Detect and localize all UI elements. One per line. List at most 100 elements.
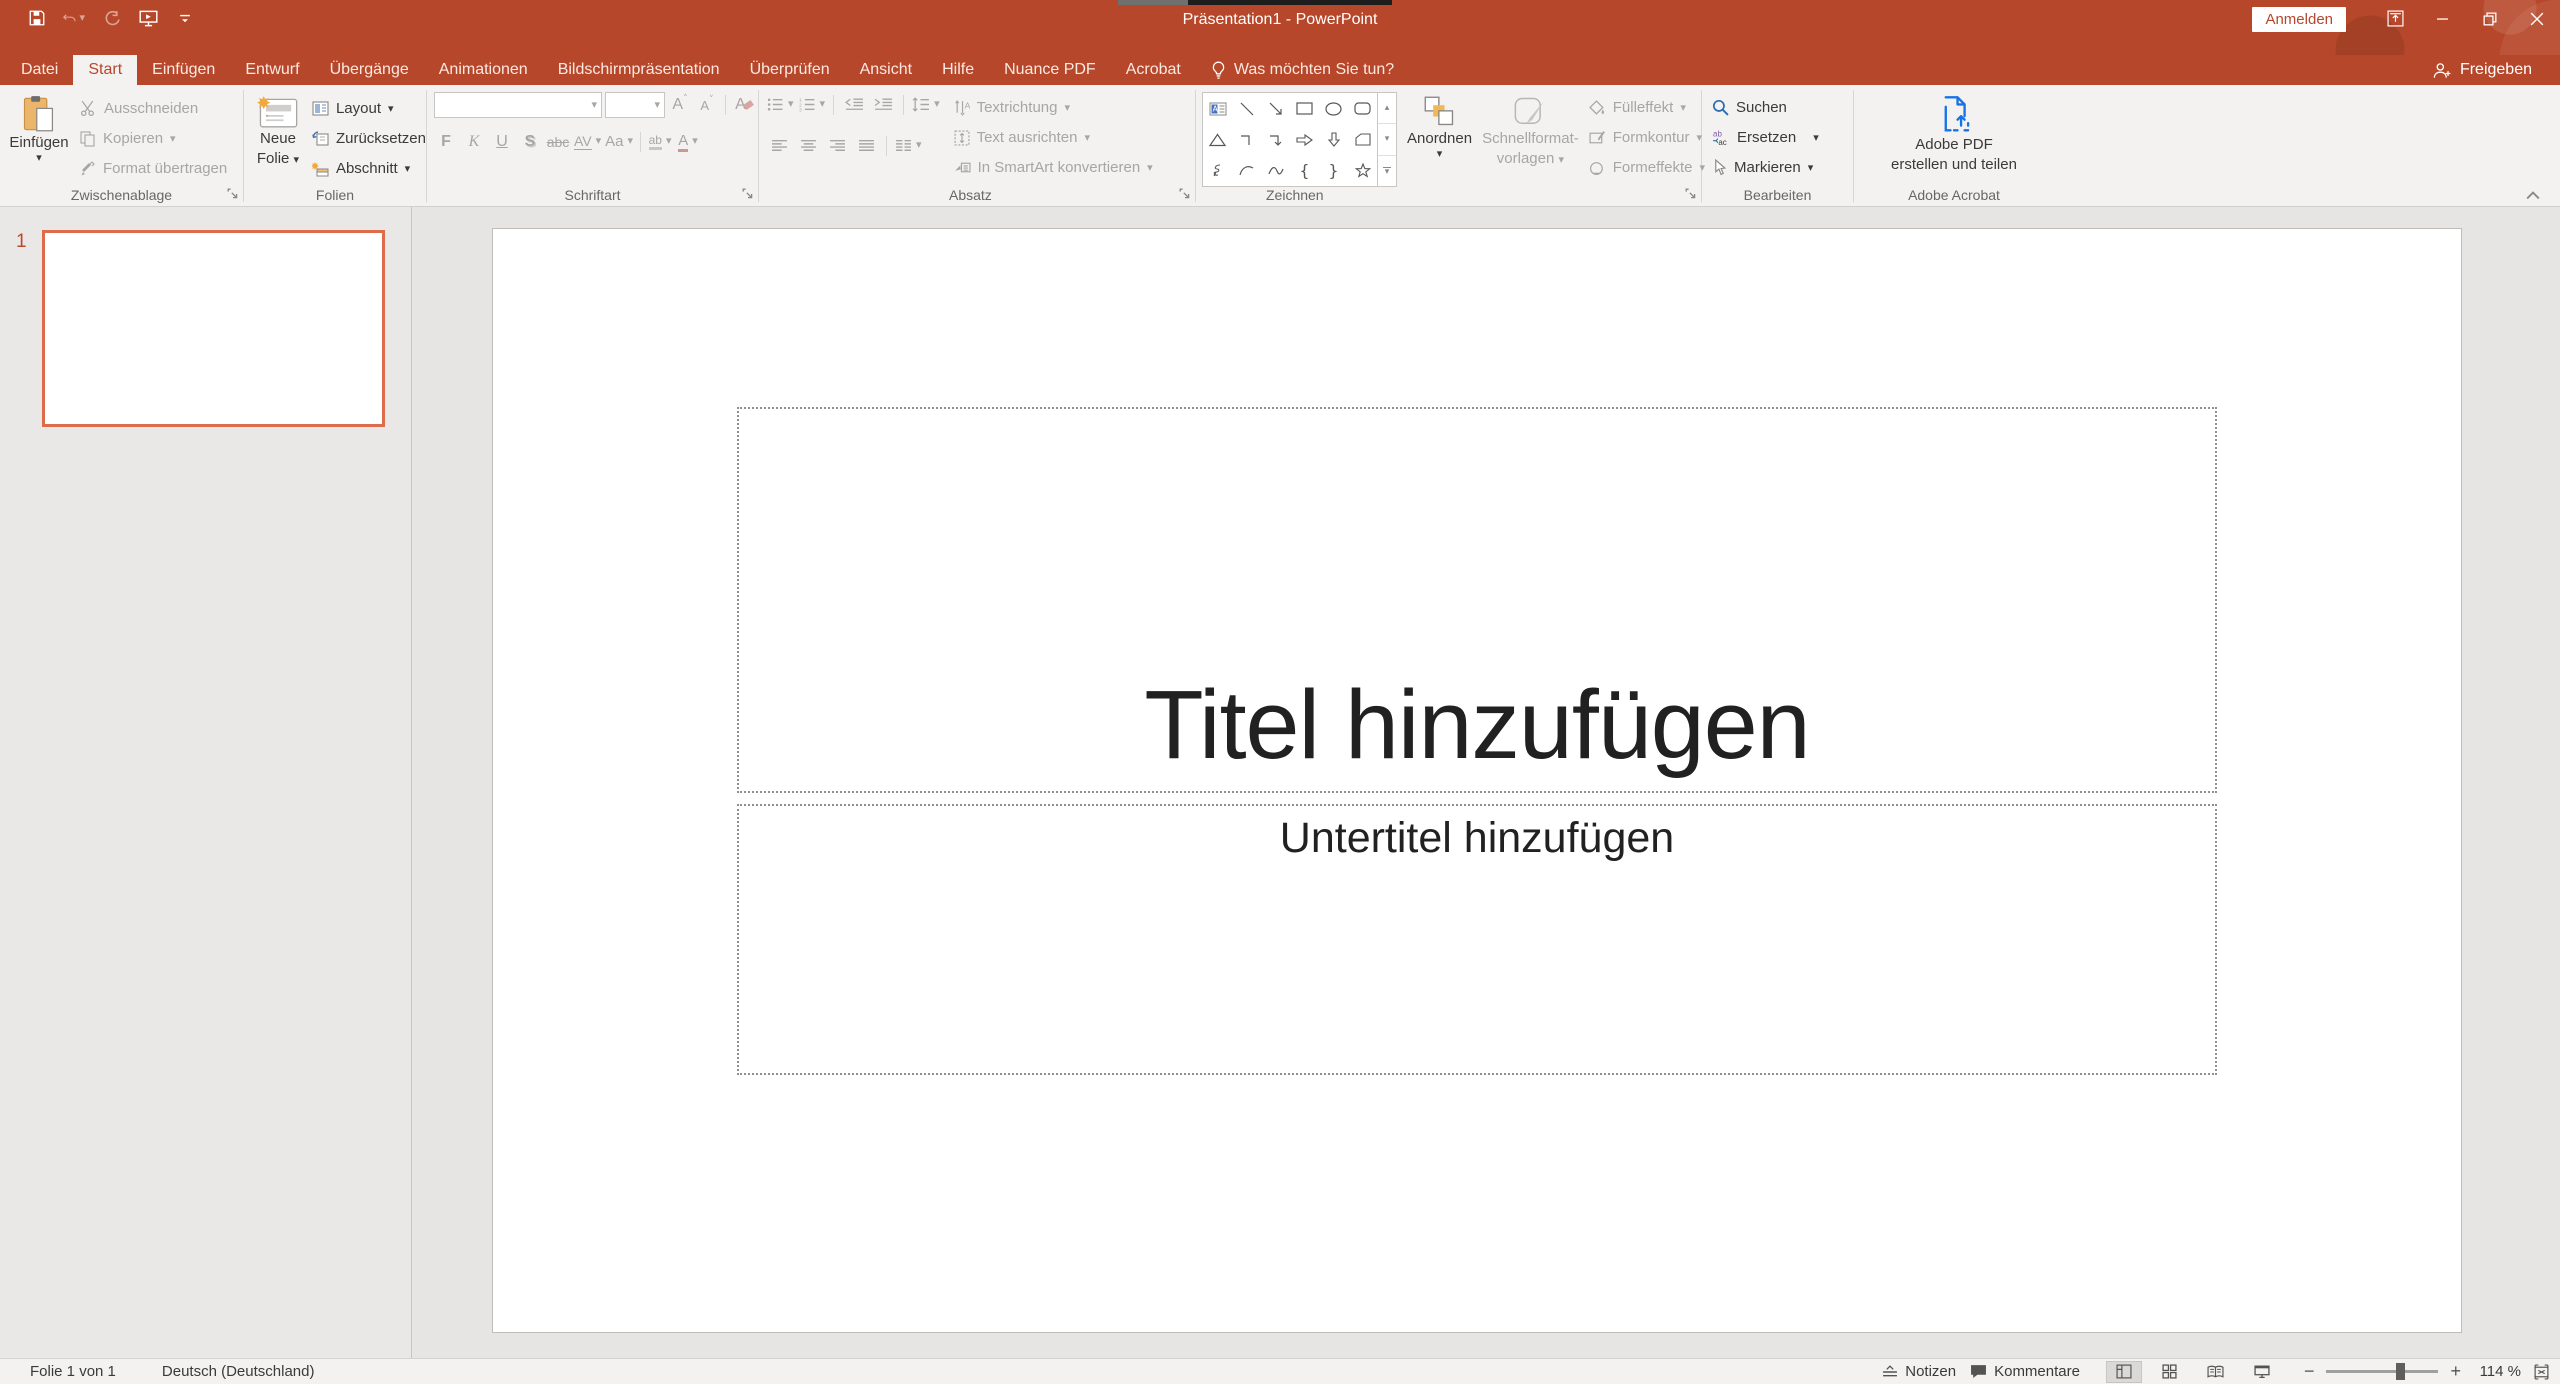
convert-smartart-button[interactable]: In SmartArt konvertieren ▾ xyxy=(954,155,1153,180)
font-color-button[interactable]: A xyxy=(676,129,700,154)
align-center-button[interactable] xyxy=(796,133,820,158)
sign-in-button[interactable]: Anmelden xyxy=(2252,7,2346,32)
shape-left-brace-icon[interactable]: { xyxy=(1290,155,1319,186)
bullets-button[interactable] xyxy=(767,92,794,117)
font-dialog-launcher-icon[interactable] xyxy=(742,188,754,200)
restore-button[interactable] xyxy=(2466,0,2513,37)
share-button[interactable]: Freigeben xyxy=(2432,55,2560,85)
underline-button[interactable]: U xyxy=(490,129,514,154)
bold-button[interactable]: F xyxy=(434,129,458,154)
tab-nuance-pdf[interactable]: Nuance PDF xyxy=(989,55,1111,85)
new-slide-button[interactable]: Neue Folie ▾ xyxy=(252,92,304,188)
slideshow-view-button[interactable] xyxy=(2244,1361,2280,1383)
shape-right-arrow-icon[interactable] xyxy=(1290,124,1319,155)
clear-formatting-button[interactable]: A xyxy=(732,93,756,118)
tab-start[interactable]: Start xyxy=(73,55,137,85)
clipboard-dialog-launcher-icon[interactable] xyxy=(227,188,239,200)
reset-button[interactable]: Zurücksetzen xyxy=(312,126,426,151)
align-left-button[interactable] xyxy=(767,133,791,158)
shape-effects-button[interactable]: Formeffekte ▾ xyxy=(1589,155,1705,180)
shape-right-brace-icon[interactable]: } xyxy=(1319,155,1348,186)
tab-ansicht[interactable]: Ansicht xyxy=(845,55,927,85)
create-pdf-button[interactable]: Adobe PDF erstellen und teilen xyxy=(1854,92,2054,188)
shape-outline-button[interactable]: Formkontur ▾ xyxy=(1589,125,1705,150)
shape-curve-icon[interactable] xyxy=(1261,155,1290,186)
slide-thumbnail[interactable] xyxy=(42,230,385,427)
tab-entwurf[interactable]: Entwurf xyxy=(230,55,314,85)
tab-ueberpruefen[interactable]: Überprüfen xyxy=(735,55,845,85)
tab-uebergaenge[interactable]: Übergänge xyxy=(315,55,424,85)
italic-button[interactable]: K xyxy=(462,129,486,154)
paragraph-dialog-launcher-icon[interactable] xyxy=(1179,188,1191,200)
copy-button[interactable]: Kopieren ▾ xyxy=(80,126,227,151)
undo-icon[interactable]: ▾ xyxy=(63,7,85,29)
shape-star-icon[interactable] xyxy=(1348,155,1377,186)
save-icon[interactable] xyxy=(26,7,48,29)
start-from-beginning-icon[interactable] xyxy=(137,7,159,29)
zoom-in-button[interactable]: + xyxy=(2450,1361,2461,1382)
slide-counter[interactable]: Folie 1 von 1 xyxy=(30,1363,116,1380)
align-text-button[interactable]: Text ausrichten ▾ xyxy=(954,125,1153,150)
zoom-out-button[interactable]: − xyxy=(2304,1361,2315,1382)
text-shadow-button[interactable]: S xyxy=(518,129,542,154)
minimize-button[interactable] xyxy=(2419,0,2466,37)
shape-triangle-icon[interactable] xyxy=(1203,124,1232,155)
zoom-slider[interactable] xyxy=(2326,1370,2438,1373)
line-spacing-button[interactable] xyxy=(912,92,940,117)
arrange-button[interactable]: Anordnen ▾ xyxy=(1407,92,1472,188)
numbering-button[interactable]: 123 xyxy=(799,92,826,117)
language-indicator[interactable]: Deutsch (Deutschland) xyxy=(162,1363,315,1380)
drawing-dialog-launcher-icon[interactable] xyxy=(1685,188,1697,200)
shape-rounded-rectangle-icon[interactable] xyxy=(1348,93,1377,124)
tab-acrobat[interactable]: Acrobat xyxy=(1111,55,1196,85)
zoom-slider-handle[interactable] xyxy=(2396,1363,2405,1380)
shape-scribble-icon[interactable] xyxy=(1203,155,1232,186)
paste-button[interactable]: Einfügen ▾ xyxy=(8,92,70,188)
font-size-combobox[interactable]: ▾ xyxy=(605,92,665,118)
subtitle-placeholder[interactable]: Untertitel hinzufügen xyxy=(737,804,2217,1075)
slide-sorter-view-button[interactable] xyxy=(2152,1361,2188,1383)
shape-fill-button[interactable]: Fülleffekt ▾ xyxy=(1589,95,1705,120)
collapse-ribbon-icon[interactable] xyxy=(2526,191,2540,200)
customize-qat-icon[interactable] xyxy=(174,7,196,29)
shape-elbow-connector-icon[interactable] xyxy=(1232,124,1261,155)
justify-button[interactable] xyxy=(854,133,878,158)
format-painter-button[interactable]: Format übertragen xyxy=(80,156,227,181)
shape-elbow-arrow-connector-icon[interactable] xyxy=(1261,124,1290,155)
columns-button[interactable] xyxy=(895,133,922,158)
character-spacing-button[interactable]: AV xyxy=(574,129,601,154)
close-button[interactable] xyxy=(2513,0,2560,37)
shape-oval-icon[interactable] xyxy=(1319,93,1348,124)
font-name-combobox[interactable]: ▾ xyxy=(434,92,602,118)
fit-slide-to-window-button[interactable] xyxy=(2533,1364,2550,1380)
shape-line-arrow-icon[interactable] xyxy=(1261,93,1290,124)
increase-indent-button[interactable] xyxy=(871,92,895,117)
shape-snip-corner-rectangle-icon[interactable] xyxy=(1348,124,1377,155)
shape-arc-icon[interactable] xyxy=(1232,155,1261,186)
align-right-button[interactable] xyxy=(825,133,849,158)
tell-me-box[interactable]: Was möchten Sie tun? xyxy=(1196,55,1409,85)
text-direction-button[interactable]: A Textrichtung ▾ xyxy=(954,95,1153,120)
shapes-scroll-down-icon[interactable]: ▾ xyxy=(1378,124,1396,155)
increase-font-size-button[interactable]: A˄ xyxy=(668,93,692,118)
decrease-indent-button[interactable] xyxy=(842,92,866,117)
zoom-level[interactable]: 114 % xyxy=(2473,1363,2521,1380)
tab-einfuegen[interactable]: Einfügen xyxy=(137,55,230,85)
decrease-font-size-button[interactable]: A˅ xyxy=(695,93,719,118)
shape-line-icon[interactable] xyxy=(1232,93,1261,124)
find-button[interactable]: Suchen xyxy=(1712,95,1853,120)
replace-button[interactable]: abac Ersetzen ▾ xyxy=(1712,125,1853,150)
shape-down-arrow-icon[interactable] xyxy=(1319,124,1348,155)
shape-text-box-icon[interactable]: A xyxy=(1203,93,1232,124)
section-button[interactable]: Abschnitt ▾ xyxy=(312,156,426,181)
change-case-button[interactable]: Aa xyxy=(605,129,633,154)
text-highlight-button[interactable]: ab xyxy=(648,129,672,154)
notes-button[interactable]: Notizen xyxy=(1882,1363,1956,1380)
strikethrough-button[interactable]: abc xyxy=(546,129,570,154)
slide-canvas[interactable]: Titel hinzufügen Untertitel hinzufügen xyxy=(492,228,2462,1333)
tab-hilfe[interactable]: Hilfe xyxy=(927,55,989,85)
layout-button[interactable]: Layout ▾ xyxy=(312,96,426,121)
select-button[interactable]: Markieren ▾ xyxy=(1712,155,1853,180)
shapes-scroll-up-icon[interactable]: ▴ xyxy=(1378,93,1396,124)
tab-bildschirmpraesentation[interactable]: Bildschirmpräsentation xyxy=(543,55,735,85)
